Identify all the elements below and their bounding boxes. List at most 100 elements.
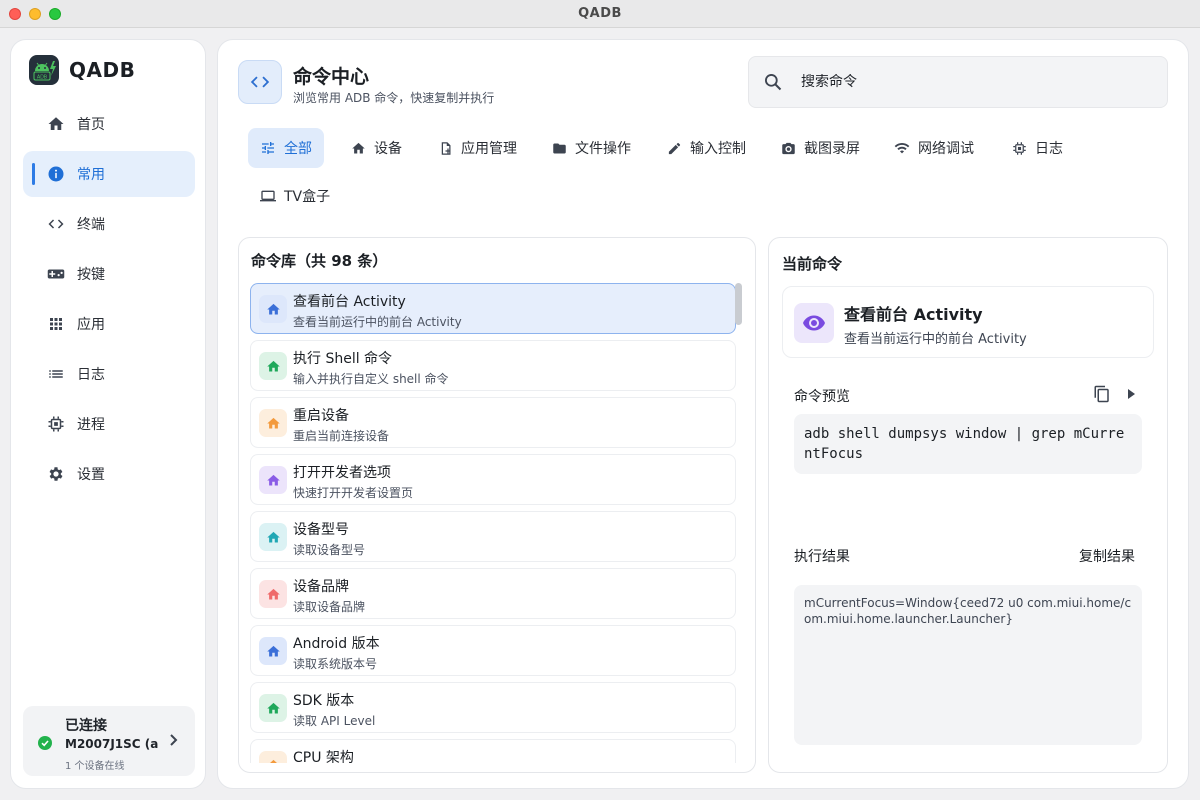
sidebar-item-label: 按键 xyxy=(77,267,105,283)
home-icon xyxy=(259,580,287,608)
sidebar-item-settings[interactable]: 设置 xyxy=(23,451,195,497)
command-item-desc: 读取系统版本号 xyxy=(293,657,378,671)
list-icon xyxy=(47,365,65,383)
copy-icon[interactable] xyxy=(1093,385,1111,403)
command-item-name: 查看前台 Activity xyxy=(293,294,406,310)
search-box[interactable] xyxy=(748,56,1168,108)
sidebar-item-label: 终端 xyxy=(77,217,105,233)
command-item-desc: 读取设备型号 xyxy=(293,543,366,557)
title-suffix: 条） xyxy=(352,252,388,270)
wifi-icon xyxy=(894,140,910,156)
tab-label: 截图录屏 xyxy=(804,141,860,157)
command-library-title: 命令库（共 98 条） xyxy=(251,250,387,271)
tab-device[interactable]: 设备 xyxy=(338,128,414,168)
command-item[interactable]: 打开开发者选项快速打开开发者设置页 xyxy=(250,454,736,505)
command-item[interactable]: Android 版本 读取系统版本号 xyxy=(250,625,736,676)
play-icon[interactable] xyxy=(1123,386,1139,402)
tab-file-ops[interactable]: 文件操作 xyxy=(539,128,643,168)
sidebar-item-common[interactable]: 常用 xyxy=(23,151,195,197)
command-item-name: 重启设备 xyxy=(293,408,349,424)
command-item[interactable]: 设备品牌读取设备品牌 xyxy=(250,568,736,619)
command-item[interactable]: 重启设备 重启当前连接设备 xyxy=(250,397,736,448)
connection-status: 已连接 xyxy=(65,718,107,734)
command-item[interactable]: 设备型号 读取设备型号 xyxy=(250,511,736,562)
tab-label: TV盒子 xyxy=(284,189,331,205)
search-input[interactable] xyxy=(801,74,1121,90)
home-icon xyxy=(259,751,287,763)
home-icon xyxy=(259,352,287,380)
tab-label: 全部 xyxy=(284,141,312,157)
folder-icon xyxy=(551,140,567,156)
tab-label: 应用管理 xyxy=(461,141,517,157)
tab-input-control[interactable]: 输入控制 xyxy=(654,128,758,168)
home-icon xyxy=(259,694,287,722)
page-subtitle: 浏览常用 ADB 命令，快速复制并执行 xyxy=(293,91,495,105)
tab-label: 日志 xyxy=(1035,141,1063,157)
copy-result-button[interactable]: 复制结果 xyxy=(1079,546,1135,566)
home-icon xyxy=(47,115,65,133)
sidebar-item-label: 首页 xyxy=(77,117,105,133)
sidebar-item-home[interactable]: 首页 xyxy=(23,101,195,147)
sidebar-item-label: 设置 xyxy=(77,467,105,483)
chevron-right-icon[interactable] xyxy=(165,732,181,748)
command-item-name: SDK 版本 xyxy=(293,693,355,709)
gear-icon xyxy=(47,465,65,483)
sidebar-item-label: 日志 xyxy=(77,367,105,383)
camera-icon xyxy=(780,140,796,156)
gamepad-icon xyxy=(47,265,65,283)
tab-all[interactable]: 全部 xyxy=(248,128,324,168)
brand-name: QADB xyxy=(69,58,136,82)
command-item-name: 打开开发者选项 xyxy=(293,465,391,481)
tab-label: 输入控制 xyxy=(690,141,746,157)
sidebar-item-keys[interactable]: 按键 xyxy=(23,251,195,297)
tab-network-debug[interactable]: 网络调试 xyxy=(882,128,986,168)
current-command-card: 查看前台 Activity 查看当前运行中的前台 Activity xyxy=(782,286,1154,358)
command-count: 98 xyxy=(331,252,353,270)
current-command-desc: 查看当前运行中的前台 Activity xyxy=(844,332,1027,347)
app-file-icon xyxy=(437,140,453,156)
current-command-panel: 当前命令 查看前台 Activity 查看当前运行中的前台 Activity 命… xyxy=(768,237,1168,773)
device-status-card[interactable]: 已连接 M2007J1SC (a 1 个设备在线 xyxy=(23,706,195,776)
command-item-name: CPU 架构 xyxy=(293,750,354,763)
command-item-desc: 快速打开开发者设置页 xyxy=(293,486,414,500)
tab-tv-box[interactable]: TV盒子 xyxy=(248,176,342,216)
command-list[interactable]: 查看前台 Activity 查看当前运行中的前台 Activity 执行 Shell… xyxy=(250,283,736,763)
home-icon xyxy=(259,523,287,551)
tab-app-management[interactable]: 应用管理 xyxy=(425,128,529,168)
cpu-icon xyxy=(47,415,65,433)
command-item[interactable]: CPU 架构 xyxy=(250,739,736,763)
tab-label: 文件操作 xyxy=(575,141,631,157)
home-icon xyxy=(350,140,366,156)
window-title: QADB xyxy=(578,6,622,21)
command-item[interactable]: 执行 Shell 命令 输入并执行自定义 shell 命令 xyxy=(250,340,736,391)
command-item-name: 设备品牌 xyxy=(293,579,349,595)
tab-logs[interactable]: 日志 xyxy=(999,128,1075,168)
home-icon xyxy=(259,409,287,437)
current-command-title: 当前命令 xyxy=(782,255,843,273)
tab-label: 网络调试 xyxy=(918,141,974,157)
command-item-name: 执行 Shell 命令 xyxy=(293,351,393,367)
execution-result-label: 执行结果 xyxy=(794,549,850,565)
sidebar-item-process[interactable]: 进程 xyxy=(23,401,195,447)
sidebar-item-logs[interactable]: 日志 xyxy=(23,351,195,397)
command-item-desc: 查看当前运行中的前台 Activity xyxy=(293,315,462,329)
tv-icon xyxy=(260,188,276,204)
android-logo-icon: ADB xyxy=(29,55,59,85)
command-item-desc: 读取设备品牌 xyxy=(293,600,366,614)
sidebar-item-label: 应用 xyxy=(77,317,105,333)
eye-icon xyxy=(794,303,834,343)
current-command-name: 查看前台 Activity xyxy=(844,305,983,324)
device-online-count: 1 个设备在线 xyxy=(65,761,125,772)
apps-grid-icon xyxy=(47,315,65,333)
tab-screenshot-record[interactable]: 截图录屏 xyxy=(768,128,872,168)
code-icon xyxy=(47,215,65,233)
sidebar-item-apps[interactable]: 应用 xyxy=(23,301,195,347)
sidebar-nav: 首页 常用 终端 按键 应用 日志 进程 设置 xyxy=(23,101,195,501)
sidebar-item-terminal[interactable]: 终端 xyxy=(23,201,195,247)
logo-text: ADB xyxy=(37,75,48,81)
command-item[interactable]: SDK 版本 读取 API Level xyxy=(250,682,736,733)
command-preview-label: 命令预览 xyxy=(794,389,850,405)
command-item[interactable]: 查看前台 Activity 查看当前运行中的前台 Activity xyxy=(250,283,736,334)
execution-result-output: mCurrentFocus=Window{ceed72 u0 com.miui.… xyxy=(794,585,1142,745)
list-scrollbar[interactable] xyxy=(735,283,742,325)
